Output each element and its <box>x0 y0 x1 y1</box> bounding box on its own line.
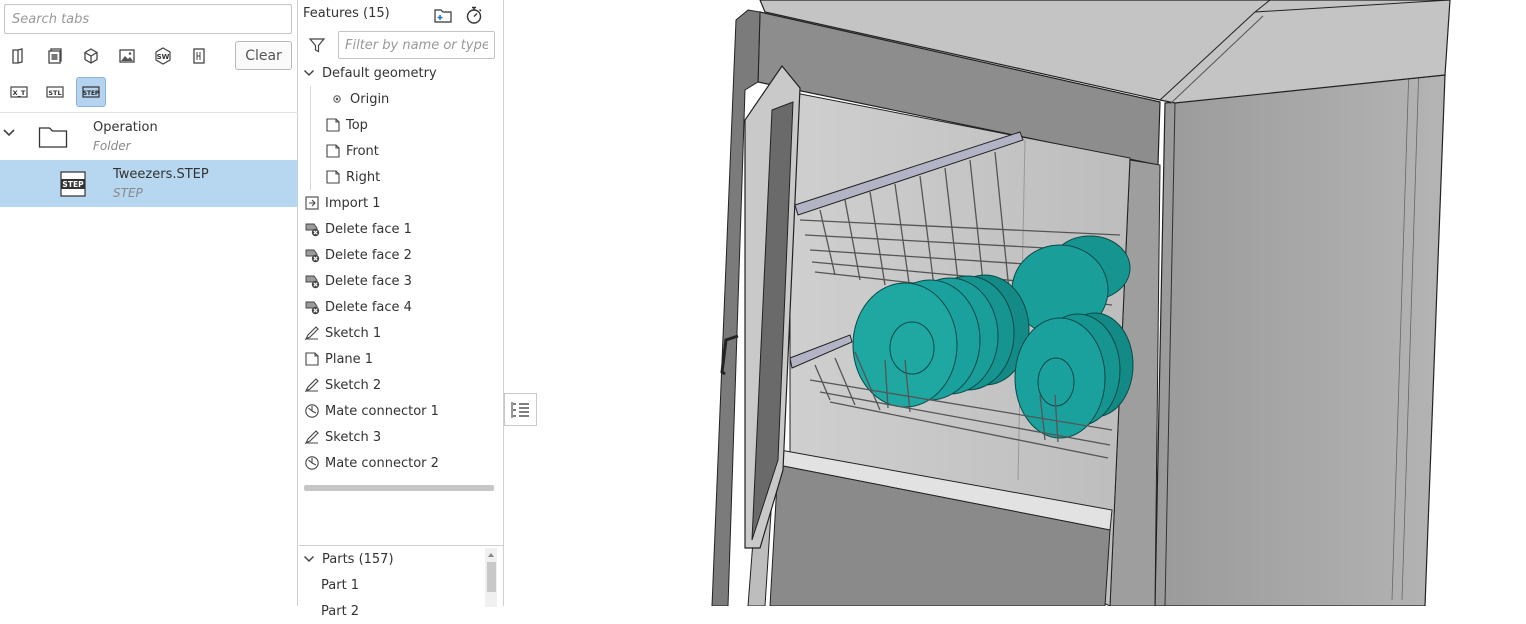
feature-sketch-2[interactable]: Sketch 2 <box>304 372 381 398</box>
features-horizontal-scrollbar[interactable] <box>304 485 494 491</box>
feature-label: Delete face 4 <box>325 299 412 315</box>
feature-label: Sketch 1 <box>325 325 382 341</box>
feature-delete-face-2[interactable]: Delete face 2 <box>304 242 412 268</box>
stl-icon[interactable]: STL <box>40 77 70 107</box>
mate-connector-icon <box>304 455 320 471</box>
chevron-down-icon[interactable] <box>303 551 315 567</box>
delete-face-icon <box>304 273 320 289</box>
part-icon[interactable] <box>76 41 106 71</box>
cabinet-3d-model[interactable] <box>505 0 1526 606</box>
feature-right[interactable]: Right <box>325 164 380 190</box>
feature-label: Top <box>346 117 368 133</box>
folder-name: Operation <box>93 120 158 135</box>
feature-label: Mate connector 2 <box>325 455 439 471</box>
svg-text:STL: STL <box>48 89 61 97</box>
xt-icon[interactable]: X_T <box>4 77 34 107</box>
svg-text:STEP: STEP <box>62 180 84 189</box>
origin-icon <box>329 91 345 107</box>
delete-face-icon <box>304 247 320 263</box>
feature-label: Plane 1 <box>325 351 374 367</box>
tabs-panel: SW Clear X_T STL STEP Operation Folder S… <box>0 0 298 606</box>
sketch-icon <box>304 429 320 445</box>
assembly-icon[interactable] <box>40 41 70 71</box>
features-title: Features (15) <box>303 6 390 21</box>
feature-import-1[interactable]: Import 1 <box>304 190 381 216</box>
folder-row[interactable]: Operation Folder <box>0 113 298 160</box>
search-tabs-input[interactable] <box>4 4 292 34</box>
solidworks-icon[interactable]: SW <box>148 41 178 71</box>
sketch-icon <box>304 325 320 341</box>
scroll-up-arrow-icon[interactable] <box>485 550 497 560</box>
file-name: Tweezers.STEP <box>113 167 209 182</box>
feature-label: Import 1 <box>325 195 381 211</box>
file-type: STEP <box>113 186 143 200</box>
feature-label: Delete face 2 <box>325 247 412 263</box>
chevron-down-icon[interactable] <box>2 126 16 140</box>
feature-label: Right <box>346 169 381 185</box>
feature-mate-connector-1[interactable]: Mate connector 1 <box>304 398 439 424</box>
list-toggle-button[interactable] <box>504 393 537 426</box>
clear-button[interactable]: Clear <box>235 41 292 70</box>
filter-icon[interactable] <box>308 36 326 54</box>
features-panel: Features (15) Default geometry Origin Top… <box>299 0 504 619</box>
stopwatch-icon[interactable] <box>464 5 484 25</box>
image-icon[interactable] <box>112 41 142 71</box>
feature-top[interactable]: Top <box>325 112 368 138</box>
feature-mate-connector-2[interactable]: Mate connector 2 <box>304 450 439 476</box>
sketch-icon <box>304 377 320 393</box>
feature-sketch-3[interactable]: Sketch 3 <box>304 424 381 450</box>
feature-sketch-1[interactable]: Sketch 1 <box>304 320 381 346</box>
feature-label: Delete face 3 <box>325 273 412 289</box>
part-label: Part 1 <box>321 577 360 593</box>
graphics-viewport[interactable] <box>505 0 1526 606</box>
feature-delete-face-1[interactable]: Delete face 1 <box>304 216 412 242</box>
parts-section: Parts (157) Part 1 Part 2 <box>299 545 504 619</box>
import-icon <box>304 195 320 211</box>
feature-label: Sketch 2 <box>325 377 382 393</box>
plane-icon <box>325 117 341 133</box>
parts-scrollbar-thumb[interactable] <box>487 562 496 592</box>
feature-front[interactable]: Front <box>325 138 379 164</box>
svg-text:X_T: X_T <box>13 89 26 97</box>
feature-label: Front <box>346 143 379 159</box>
feature-delete-face-4[interactable]: Delete face 4 <box>304 294 412 320</box>
plane-icon <box>325 169 341 185</box>
delete-face-icon <box>304 221 320 237</box>
feature-label: Origin <box>350 91 390 107</box>
feature-label: Mate connector 1 <box>325 403 439 419</box>
delete-face-icon <box>304 299 320 315</box>
parts-scrollbar[interactable] <box>485 548 497 607</box>
part-item[interactable]: Part 1 <box>321 572 359 598</box>
filter-features-input[interactable] <box>338 31 495 59</box>
folder-type: Folder <box>93 139 131 153</box>
plane-icon <box>304 351 320 367</box>
default-geometry-group[interactable]: Default geometry <box>303 60 437 86</box>
part-item[interactable]: Part 2 <box>321 598 359 624</box>
parts-group[interactable]: Parts (157) <box>303 546 394 572</box>
chevron-down-icon[interactable] <box>303 65 315 81</box>
list-icon <box>511 401 529 418</box>
part-studio-icon[interactable] <box>4 41 34 71</box>
svg-text:STEP: STEP <box>83 91 100 97</box>
feature-origin[interactable]: Origin <box>329 86 389 112</box>
feature-label: Sketch 3 <box>325 429 382 445</box>
tree-guide-line <box>310 86 311 190</box>
feature-plane-1[interactable]: Plane 1 <box>304 346 373 372</box>
mate-connector-icon <box>304 403 320 419</box>
svg-text:SW: SW <box>157 53 170 61</box>
folder-icon <box>38 123 68 149</box>
drawing-icon[interactable] <box>184 41 214 71</box>
step-icon[interactable]: STEP <box>76 77 106 107</box>
plane-icon <box>325 143 341 159</box>
feature-delete-face-3[interactable]: Delete face 3 <box>304 268 412 294</box>
step-file-icon: STEP <box>58 170 88 198</box>
default-geometry-label: Default geometry <box>322 65 437 81</box>
add-folder-icon[interactable] <box>433 5 453 25</box>
parts-title: Parts (157) <box>322 551 394 567</box>
tab-tweezers-step[interactable]: STEP Tweezers.STEP STEP <box>0 160 298 207</box>
feature-label: Delete face 1 <box>325 221 412 237</box>
